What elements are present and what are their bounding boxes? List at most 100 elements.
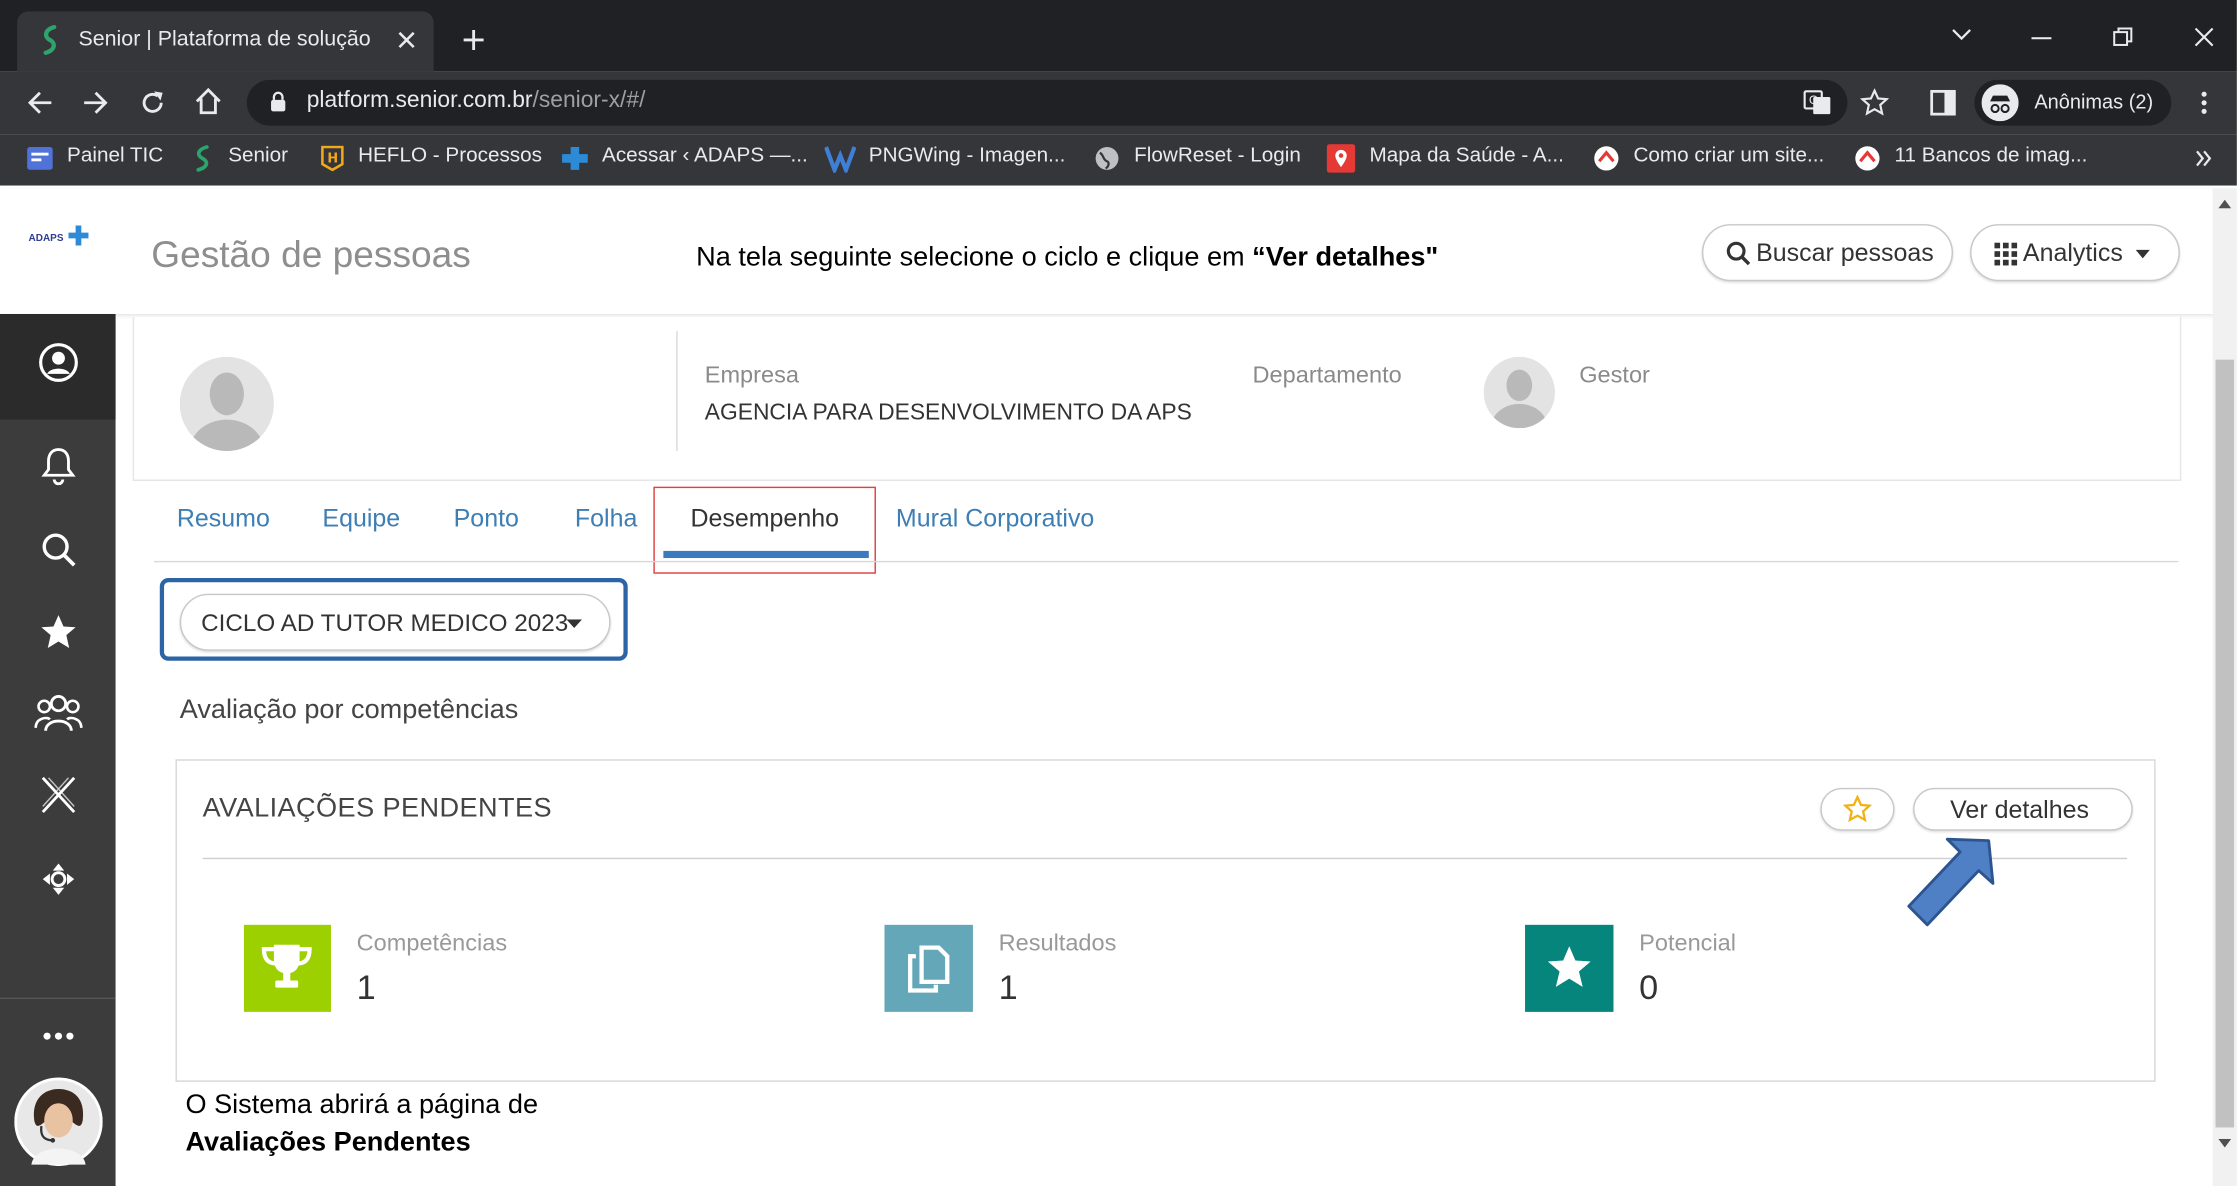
bookmark-painel-tic[interactable]: Painel TIC: [67, 144, 163, 167]
support-avatar-icon[interactable]: [14, 1077, 103, 1167]
search-people-button[interactable]: Buscar pessoas: [1701, 224, 1954, 282]
bookmark-bancos-imagens[interactable]: 11 Bancos de imag...: [1895, 144, 2088, 167]
tab-search-chevron-icon[interactable]: [1952, 27, 1972, 41]
minimize-icon[interactable]: [2031, 37, 2052, 40]
bookmark-mapa-saude[interactable]: Mapa da Saúde - A...: [1370, 144, 1564, 167]
star-icon: [1547, 946, 1591, 987]
bookmark-heflo[interactable]: HEFLO - Processos: [358, 144, 542, 167]
adaps-cross-icon: [562, 147, 588, 170]
translate-icon[interactable]: G: [1803, 88, 1832, 117]
scroll-down-icon[interactable]: [2218, 1138, 2232, 1148]
senior-bookmark-icon: [196, 145, 209, 172]
card-divider: [202, 857, 2128, 860]
note-line-2: Avaliações Pendentes: [185, 1127, 471, 1158]
search-people-label: Buscar pessoas: [1756, 238, 1934, 267]
tab-close-icon[interactable]: [398, 31, 415, 49]
scrollbar-thumb[interactable]: [2215, 359, 2235, 1128]
cycle-caret-icon: [566, 619, 583, 628]
copy-icon: [908, 945, 950, 993]
svg-text:H: H: [327, 152, 338, 167]
more-dots-icon[interactable]: [43, 1032, 74, 1041]
bookmark-senior[interactable]: Senior: [228, 144, 288, 167]
section-title: Avaliação por competências: [179, 695, 519, 726]
chrome-menu-icon[interactable]: [2201, 91, 2207, 114]
favorite-button[interactable]: [1820, 787, 1895, 831]
tab-resumo[interactable]: Resumo: [177, 504, 270, 534]
competencias-label: Competências: [356, 930, 508, 957]
svg-text:G: G: [1809, 93, 1818, 107]
screen: Senior | Plataforma de solução platform.…: [0, 0, 2237, 1186]
empresa-value: AGENCIA PARA DESENVOLVIMENTO DA APS: [704, 401, 1192, 426]
bookmark-flowreset[interactable]: FlowReset - Login: [1134, 144, 1301, 167]
senior-x-icon[interactable]: [40, 775, 77, 815]
window-close-icon[interactable]: [2194, 27, 2214, 47]
user-circle-icon: [39, 343, 78, 382]
resultados-value: 1: [998, 969, 1018, 1008]
lock-icon[interactable]: [270, 90, 287, 113]
adaps-logo-cross-icon: [68, 225, 89, 246]
competencias-value: 1: [356, 969, 376, 1008]
bookmark-pngwing[interactable]: PNGWing - Imagen...: [869, 144, 1066, 167]
cycle-selected: CICLO AD TUTOR MEDICO 2023: [201, 609, 569, 637]
analytics-button[interactable]: Analytics: [1970, 224, 2180, 282]
instruction-text: Na tela seguinte selecione o ciclo e cli…: [696, 243, 1438, 274]
profile-card: [132, 316, 2182, 481]
card-title: AVALIAÇÕES PENDENTES: [202, 793, 553, 824]
search-icon: [1726, 241, 1751, 266]
reload-icon[interactable]: [138, 88, 167, 117]
team-icon[interactable]: [34, 691, 83, 734]
home-icon[interactable]: [194, 87, 223, 116]
side-panel-icon[interactable]: [1930, 89, 1956, 116]
manager-avatar: [1483, 356, 1555, 429]
tab-folha[interactable]: Folha: [575, 504, 637, 534]
globe-icon: [1095, 147, 1119, 170]
move-arrows-icon[interactable]: [41, 862, 75, 896]
analytics-caret-icon: [2135, 249, 2150, 259]
url-host: platform.senior.com.br: [306, 88, 533, 113]
map-pin-icon: [1326, 144, 1356, 173]
image-bank-icon: [1855, 146, 1880, 171]
page-title: Gestão de pessoas: [151, 232, 471, 276]
scroll-up-icon[interactable]: [2218, 199, 2232, 209]
favorites-star-icon[interactable]: [40, 614, 77, 651]
url-path: /senior-x/#/: [532, 88, 646, 113]
ver-detalhes-label: Ver detalhes: [1950, 794, 2089, 824]
back-arrow-icon[interactable]: [27, 90, 53, 116]
restore-icon[interactable]: [2113, 27, 2133, 47]
cycle-dropdown[interactable]: CICLO AD TUTOR MEDICO 2023: [179, 593, 611, 651]
url-text[interactable]: platform.senior.com.br/senior-x/#/: [307, 88, 646, 114]
grid-icon: [1994, 242, 2018, 266]
bookmark-acessar-adaps[interactable]: Acessar ‹ ADAPS —...: [602, 144, 808, 167]
resultados-label: Resultados: [998, 930, 1117, 957]
potencial-label: Potencial: [1639, 930, 1737, 957]
pngwing-icon: [824, 146, 856, 173]
ver-detalhes-button[interactable]: Ver detalhes: [1913, 787, 2133, 831]
browser-tab-title: Senior | Plataforma de solução: [78, 27, 371, 52]
empresa-label: Empresa: [704, 362, 799, 389]
tab-mural-corporativo[interactable]: Mural Corporativo: [896, 504, 1094, 534]
bookmark-como-criar-site[interactable]: Como criar um site...: [1633, 144, 1824, 167]
departamento-label: Departamento: [1252, 362, 1402, 389]
note-line-1: O Sistema abrirá a página de: [185, 1090, 539, 1121]
potencial-value: 0: [1639, 969, 1659, 1008]
tab-ponto[interactable]: Ponto: [454, 504, 519, 534]
forward-arrow-icon[interactable]: [83, 90, 109, 116]
profile-divider: [676, 331, 678, 451]
sidebar-divider: [0, 997, 116, 1000]
incognito-icon: [1981, 84, 2019, 122]
analytics-label: Analytics: [2022, 238, 2123, 267]
tabs-divider: [154, 560, 2179, 563]
heflo-icon: H: [321, 145, 344, 172]
site-builder-icon: [1594, 146, 1619, 171]
gestor-label: Gestor: [1579, 362, 1650, 389]
bell-icon[interactable]: [41, 445, 76, 486]
tab-equipe[interactable]: Equipe: [322, 504, 400, 534]
bookmark-star-icon[interactable]: [1860, 88, 1889, 117]
painel-tic-icon: [27, 147, 53, 170]
more-bookmarks-icon[interactable]: [2196, 150, 2213, 167]
favorite-star-icon: [1843, 794, 1872, 823]
profile-label: Anônimas (2): [2034, 89, 2154, 113]
sidebar-search-icon[interactable]: [40, 531, 77, 568]
new-tab-icon[interactable]: [462, 29, 485, 52]
pointer-arrow-icon: [1907, 837, 1995, 927]
